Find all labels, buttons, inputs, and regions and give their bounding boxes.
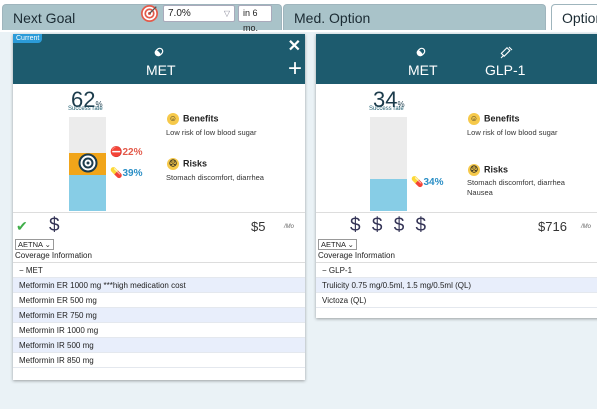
pill-icon — [416, 47, 426, 57]
risks-text: Stomach discomfort, diarrhea — [166, 173, 264, 182]
drug-group-toggle[interactable]: − GLP-1 — [316, 263, 597, 278]
list-item: Trulicity 0.75 mg/0.5ml, 1.5 mg/0.5ml (Q… — [316, 278, 597, 293]
target-icon — [141, 5, 158, 22]
happy-face-icon: ☺ — [468, 113, 480, 125]
goal-value-select[interactable]: 7.0% ▽ — [163, 5, 235, 22]
price-row: ✔ $ $5 /Mo — [13, 212, 305, 239]
sad-face-icon: ☹ — [468, 164, 480, 176]
pill-icon: 💊 — [110, 168, 123, 179]
list-item: Metformin ER 500 mg — [13, 293, 305, 308]
success-rate-label: Success rate — [369, 106, 404, 112]
insurer-row: AETNA ⌄ — [316, 239, 597, 250]
goal-time: in 6 mo. — [243, 8, 259, 33]
card-header: MET GLP-1 ✕ − — [316, 34, 597, 84]
per-month-label: /Mo — [581, 224, 592, 230]
medication-card-met: Current MET ✕ + 62% Success rate ⛔22% 💊3… — [13, 34, 305, 380]
target-icon — [78, 153, 98, 173]
current-percentage: 💊34% — [411, 177, 444, 188]
card-body: 62% Success rate ⛔22% 💊39% ☺ Benefits Low… — [13, 84, 305, 212]
tab-next-goal-label: Next Goal — [13, 10, 76, 26]
cost-level: $ — [49, 215, 63, 236]
medication-card-met-glp1: MET GLP-1 ✕ − 34% Success rate 💊34% ☺Ben… — [316, 34, 597, 318]
tab-options[interactable]: Options — [551, 4, 597, 30]
per-month-label: /Mo — [284, 224, 295, 230]
cost-level: $ $ $ $ — [350, 215, 430, 236]
pill-icon — [154, 47, 164, 57]
success-rate-label: Success rate — [68, 106, 103, 112]
success-fill — [69, 175, 106, 211]
sad-face-icon: ☹ — [167, 158, 179, 170]
list-item: Metformin IR 500 mg — [13, 338, 305, 353]
list-item: Metformin ER 750 mg — [13, 308, 305, 323]
benefits-heading: ☺ Benefits — [167, 113, 219, 125]
tab-med-option-label: Med. Option — [294, 10, 371, 26]
target-percentage: ⛔22% — [110, 147, 143, 158]
add-icon[interactable]: + — [288, 56, 302, 82]
list-item: Metformin IR 850 mg — [13, 353, 305, 368]
happy-face-icon: ☺ — [167, 113, 179, 125]
card-body: 34% Success rate 💊34% ☺ Benefits Low risk… — [316, 84, 597, 212]
coverage-label: Coverage Information — [316, 249, 597, 263]
goal-value: 7.0% — [168, 8, 191, 19]
drug-name: MET — [146, 62, 176, 78]
drug-name: MET — [408, 62, 438, 78]
current-percentage: 💊39% — [110, 168, 143, 179]
pill-icon: 💊 — [411, 177, 424, 188]
success-bar — [370, 117, 407, 211]
benefits-text: Low risk of low blood sugar — [467, 128, 558, 137]
price-row: $ $ $ $ $716 /Mo — [316, 212, 597, 239]
coverage-label: Coverage Information — [13, 249, 305, 263]
tab-bar: Next Goal 7.0% ▽ in 6 mo. Med. Option Op… — [0, 0, 597, 33]
risks-heading: ☹ Risks — [468, 164, 509, 176]
tab-options-label: Options — [562, 10, 597, 26]
benefits-text: Low risk of low blood sugar — [166, 128, 257, 137]
list-item: Metformin ER 1000 mg ***high medication … — [13, 278, 305, 293]
current-badge: Current — [13, 34, 43, 43]
card-header: Current MET ✕ + — [13, 34, 305, 84]
goal-time-select[interactable]: in 6 mo. — [238, 5, 272, 33]
syringe-icon — [500, 46, 513, 59]
success-fill — [370, 179, 407, 211]
drug-name: GLP-1 — [485, 62, 526, 78]
risks-heading: ☹ Risks — [167, 158, 208, 170]
benefits-heading: ☺ Benefits — [468, 113, 520, 125]
chevron-down-icon: ▽ — [223, 9, 230, 18]
list-item: Metformin IR 1000 mg — [13, 323, 305, 338]
tab-med-option[interactable]: Med. Option — [283, 4, 546, 30]
close-icon[interactable]: ✕ — [288, 36, 301, 56]
risks-text: Stomach discomfort, diarrhea Nausea — [467, 178, 565, 197]
drug-group-toggle[interactable]: − MET — [13, 263, 305, 278]
check-icon: ✔ — [16, 218, 28, 234]
monthly-price: $716 — [538, 219, 567, 234]
success-bar — [69, 117, 106, 211]
insurer-row: AETNA ⌄ — [13, 239, 305, 250]
monthly-price: $5 — [251, 219, 266, 234]
list-item: Victoza (QL) — [316, 293, 597, 308]
